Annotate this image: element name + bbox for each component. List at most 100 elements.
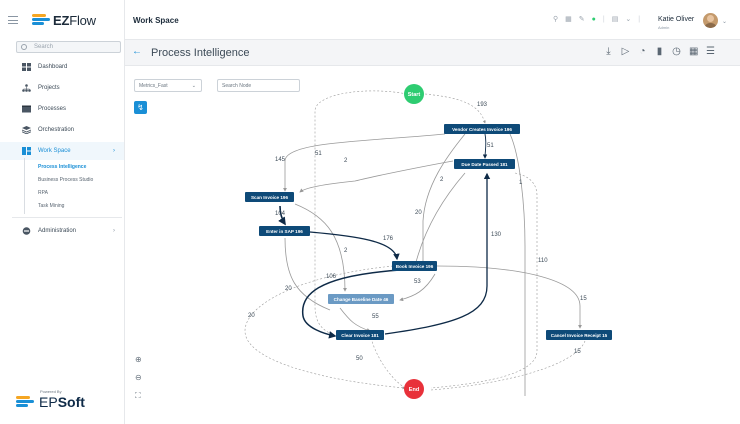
bar-chart-icon[interactable]: ▮ [655,46,664,57]
node-book-invoice[interactable]: Book Invoice 196 [392,261,437,271]
node-cancel-invoice-receipt[interactable]: Cancel Invoice Receipt 15 [546,330,612,340]
toolbar: ⤓ ▷ ◔ ▮ ◷ ▦ ☰ [604,46,715,57]
projects-icon [22,84,31,92]
calendar-icon[interactable]: ▤ [612,15,619,23]
start-label: Start [408,92,421,98]
node-due-date-passed[interactable]: Due Date Passed 181 [454,159,515,169]
edge-label: 51 [487,143,494,149]
dashed-edges [244,90,586,391]
download-icon[interactable]: ⤓ [604,46,613,57]
chevron-right-icon: › [113,228,115,234]
edge-label: 2 [344,158,348,164]
start-node[interactable]: Start [404,84,424,104]
edge-baseline-clear [339,307,371,332]
chevron-down-icon: ⌄ [191,83,196,89]
sidebar-item-label: Dashboard [38,64,68,70]
submenu-guide [24,158,25,214]
page-title: Process Intelligence [151,47,250,59]
edge-due-end [430,172,538,389]
sidebar-item-work-space[interactable]: Work Space › [0,142,124,160]
edge-label: 2 [440,177,444,183]
chevron-down-icon[interactable]: ⌄ [722,18,727,25]
node-clear-invoice[interactable]: Clear Invoice 181 [336,330,384,340]
sidebar-item-administration[interactable]: Administration › [0,222,124,240]
workspace-title: Work Space [133,16,179,25]
grid-icon[interactable]: ▦ [565,15,572,23]
edge-label: 20 [248,313,255,319]
sidebar-item-orchestration[interactable]: Orchestration [0,121,124,139]
process-map-toggle-button[interactable]: ↯ [134,101,147,114]
sidebar-item-label: Orchestration [38,127,75,133]
edge-clear-end [369,333,406,389]
search-node-placeholder: Search Node [222,83,252,89]
end-node[interactable]: End [404,379,424,399]
chevron-down-icon[interactable]: ⌄ [625,15,631,23]
node-change-baseline-date[interactable]: Change Baseline Date 46 [328,294,394,304]
end-label: End [409,387,419,393]
process-map-canvas[interactable]: 193 51 145 2 51 2 20 1 104 176 130 2 110… [125,66,740,424]
edge-label: 15 [574,349,581,355]
divider: | [602,15,605,23]
menu-icon[interactable] [8,16,18,24]
processes-icon [22,105,31,113]
zoom-out-icon[interactable]: ⊖ [135,373,142,382]
user-role: Admin [658,25,670,30]
fit-screen-icon[interactable]: ⛶ [135,391,141,401]
edge-label: 20 [285,286,292,292]
node-label: Clear Invoice 181 [341,333,379,338]
sidebar-item-label: Work Space [38,148,71,154]
node-label: Book Invoice 196 [396,264,434,269]
edge-vendor-scan [283,133,446,192]
edge-label: 2 [344,248,348,254]
edge-scan-baseline [294,203,347,292]
submenu-task-mining[interactable]: Task Mining [38,203,64,209]
edge-clear-due [384,172,491,335]
sidebar-item-processes[interactable]: Processes [0,100,124,118]
edge-book-baseline [399,273,436,302]
submenu-rpa[interactable]: RPA [38,190,48,196]
submenu-business-process-studio[interactable]: Business Process Studio [38,177,93,183]
search-icon[interactable]: ⚲ [553,15,558,23]
notification-icon[interactable]: ● [592,16,596,23]
workspace-icon [22,147,31,155]
edge-label: 110 [538,258,548,264]
node-label: Enter in SAP 196 [266,229,303,234]
sidebar-item-dashboard[interactable]: Dashboard [0,58,124,76]
sidebar-search-input[interactable]: Search [16,41,121,53]
dashboard-icon[interactable]: ▦ [689,46,698,57]
page-header: ← Process Intelligence ⤓ ▷ ◔ ▮ ◷ ▦ ☰ [125,40,740,66]
user-name[interactable]: Katie Oliver [658,16,694,23]
edge-label: 20 [415,210,422,216]
back-arrow-icon[interactable]: ← [132,46,142,57]
edge-due-book [413,172,466,267]
node-label: Scan Invoice 196 [251,195,288,200]
search-node-input[interactable]: Search Node [217,79,300,92]
epsoft-brand: EPSoft [39,394,85,410]
node-scan-invoice[interactable]: Scan Invoice 196 [245,192,294,202]
edge-label: 145 [275,157,286,163]
metrics-select-value: Metrics_Fast [139,83,168,89]
play-icon[interactable]: ▷ [621,46,630,57]
metrics-select[interactable]: Metrics_Fast ⌄ [134,79,202,92]
header-icons: ⚲ ▦ ✎ ● | ▤ ⌄ | [553,15,641,24]
sidebar-item-label: Processes [38,106,67,112]
zoom-in-icon[interactable]: ⊕ [135,355,142,364]
edge-label: 53 [414,279,421,285]
node-enter-in-sap[interactable]: Enter in SAP 196 [259,226,310,236]
admin-icon [22,227,31,235]
edge-label: 15 [580,296,587,302]
sidebar-item-projects[interactable]: Projects [0,79,124,97]
chat-icon[interactable]: ✎ [579,15,585,23]
search-icon [21,44,27,50]
app-brand: EZFlow [53,12,96,28]
avatar[interactable] [703,13,718,28]
sidebar-item-label: Projects [38,85,60,91]
node-label: Cancel Invoice Receipt 15 [551,333,608,338]
list-icon[interactable]: ☰ [706,46,715,57]
node-vendor-creates-invoice[interactable]: Vendor Creates Invoice 196 [444,124,520,134]
node-label: Due Date Passed 181 [461,162,508,167]
pie-chart-icon[interactable]: ◔ [638,46,647,57]
submenu-process-intelligence[interactable]: Process Intelligence [38,164,86,170]
divider: | [638,15,641,23]
clock-icon[interactable]: ◷ [672,46,681,57]
